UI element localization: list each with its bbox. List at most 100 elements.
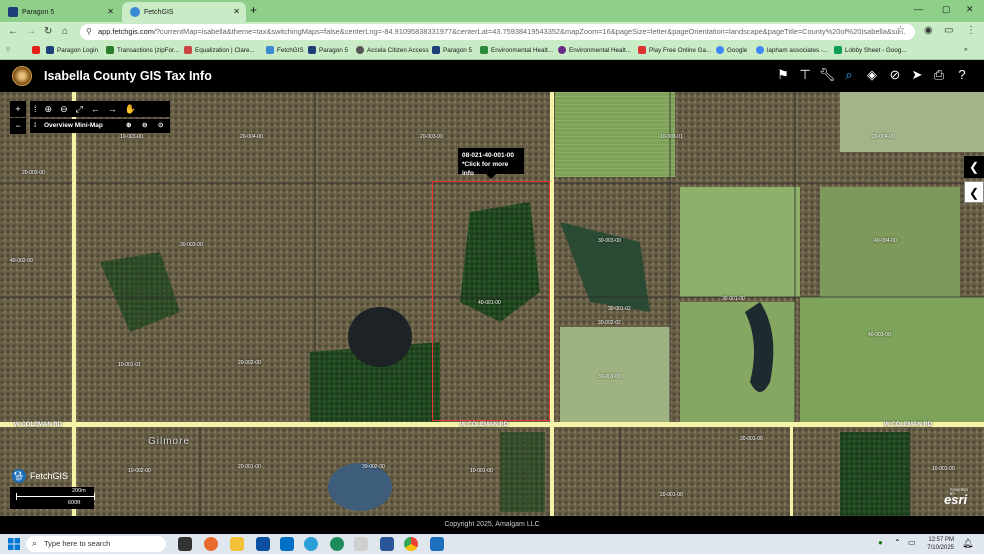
file-explorer-icon[interactable] [230,537,244,551]
pan-icon[interactable]: ✋ [125,104,144,114]
tab-paragon[interactable]: Paragon 5 ✕ [0,2,120,22]
tab-label: FetchGIS [144,8,174,16]
print-icon[interactable]: ⎙ [930,66,948,84]
bookmark-accela[interactable]: Accela Citizen Access [356,46,429,54]
app-icon-2[interactable] [430,537,444,551]
minimize-icon[interactable]: — [914,4,923,14]
full-extent-icon[interactable]: ⤢ [76,104,91,114]
taskbar-search[interactable]: ⌕ Type here to search [26,536,166,552]
profile-icon[interactable]: ◉ [924,25,933,36]
bookmark-games[interactable]: Play Free Online Ga... [638,46,711,54]
bookmark-label: lapham associates -... [767,46,829,54]
app-title: Isabella County GIS Tax Info [44,69,212,83]
selected-parcel-outline[interactable] [432,181,550,421]
notifications-icon[interactable]: 🔔︎ [962,538,973,549]
send-icon[interactable]: ➤ [908,66,926,84]
scale-bar: 200m 600ft [10,487,95,509]
close-icon[interactable]: ✕ [233,7,240,16]
previous-extent-icon[interactable]: ← [91,104,108,114]
zoom-in-icon[interactable]: ⊕ [45,104,61,114]
flag-icon[interactable]: ⚑ [774,66,792,84]
bookmark-transactions[interactable]: Transactions (zipFor... [106,46,179,54]
windows-taskbar: ⌕ Type here to search ● ⌃ ▭ 12:57 PM 7/1… [0,534,984,554]
edge-icon[interactable] [304,537,318,551]
overview-minimap-bar[interactable]: ⁞ Overview Mini-Map ⊕ ⊖ ⊙ [30,119,170,133]
bookmark-paragon5-2[interactable]: Paragon 5 [432,46,472,54]
url-field[interactable]: ⚲ app.fetchgis.com/?currentMap=isabella&… [80,24,915,40]
new-tab-button[interactable]: + [250,3,257,17]
network-icon[interactable]: ▭ [908,538,916,547]
parcel-label: 30-001-00 [722,296,745,302]
back-icon[interactable]: ← [8,26,18,37]
tray-chevron-icon[interactable]: ⌃ [894,538,901,547]
collapse-panel-button[interactable]: ❮ [964,156,984,178]
minimap-zoom-out-icon[interactable]: ⊖ [142,119,147,133]
zoom-out-icon[interactable]: ⊖ [60,104,76,114]
taskbar-search-placeholder: Type here to search [44,539,111,548]
edge-green-icon[interactable] [330,537,344,551]
more-bookmarks-icon[interactable]: » [964,46,968,53]
extensions-icon[interactable]: ▭ [944,25,953,36]
bookmark-paragon5[interactable]: Paragon 5 [308,46,348,54]
clock-time: 12:57 PM [928,537,954,543]
location-off-icon[interactable]: ⊘ [886,66,904,84]
esri-attribution: POWERED BY esri [944,488,968,507]
site-info-icon[interactable]: ⚲ [86,27,92,36]
layers-icon[interactable]: ◈ [863,66,881,84]
bookmark-label: Equalization | Clare... [195,46,255,54]
minimap-toggle-icon[interactable]: ⊙ [158,119,163,133]
overview-label: Overview Mini-Map [43,122,103,129]
parcel-label: 30-003-00 [180,242,203,248]
window-close-icon[interactable]: ✕ [966,4,974,15]
tooltip-parcel-id: 08-021-40-001-00 [462,152,515,159]
reload-icon[interactable]: ↻ [44,26,52,37]
bookmark-lapham[interactable]: lapham associates -... [756,46,828,54]
outlook-icon[interactable] [280,537,294,551]
taskbar-clock[interactable]: 12:57 PM 7/10/2025 [924,536,954,552]
fetchgis-icon [130,7,140,17]
zoom-in-button[interactable]: + [10,101,26,117]
scale-metric: 200m [72,488,86,494]
search-icon[interactable]: ⌕ [840,66,858,84]
signpost-icon[interactable]: ⊤ [796,66,814,84]
tray-app-icon[interactable]: ● [878,538,883,547]
drag-handle-icon[interactable]: ⁞ [34,122,36,129]
fetchgis-icon: 🐕︎ [12,469,26,483]
browser-tab-strip: Paragon 5 ✕ FetchGIS ✕ + — ▢ ✕ [0,0,984,22]
expand-panel-button[interactable]: ❮ [964,181,984,203]
home-icon[interactable]: ⌂ [62,26,68,37]
bookmark-fetchgis[interactable]: FetchGIS [266,46,304,54]
store-icon[interactable] [256,537,270,551]
menu-icon[interactable]: ⋮ [966,25,976,36]
minimap-zoom-in-icon[interactable]: ⊕ [126,119,131,133]
search-icon: ⌕ [32,538,38,548]
tab-fetchgis[interactable]: FetchGIS ✕ [122,2,246,22]
maximize-icon[interactable]: ▢ [942,4,951,15]
app-icon[interactable] [354,537,368,551]
county-seal-logo [12,66,32,86]
bookmark-label: Paragon 5 [319,46,349,54]
bookmark-paragon-login[interactable]: Paragon Login [46,46,98,54]
bookmark-environmental-2[interactable]: Environmental Healt... [558,46,631,54]
forward-icon[interactable]: → [26,26,36,37]
youtube-icon[interactable] [32,46,43,54]
copilot-icon[interactable] [204,537,218,551]
windows-start-icon[interactable] [8,538,20,550]
word-icon[interactable] [380,537,394,551]
help-icon[interactable]: ? [953,66,971,84]
bookmark-environmental-1[interactable]: Environmental Healt... [480,46,553,54]
task-view-icon[interactable] [178,537,192,551]
bookmark-equalization[interactable]: Equalization | Clare... [184,46,255,54]
zoom-out-button[interactable]: − [10,118,26,134]
parcel-label: 20-002-00 [238,360,261,366]
next-extent-icon[interactable]: → [108,104,125,114]
wrench-icon[interactable]: 🔧︎ [818,66,836,84]
bookmark-star-icon[interactable]: ☆ [896,25,905,36]
bookmark-lobby-sheet[interactable]: Lobby Sheet - Goog... [834,46,907,54]
drag-handle-icon[interactable]: ⁞ [34,104,45,114]
bookmark-google[interactable]: Google [716,46,747,54]
close-icon[interactable]: ✕ [107,7,114,16]
apps-icon[interactable]: ⁝⁝ [6,46,10,53]
parcel-tooltip[interactable]: 08-021-40-001-00 *Click for more info [458,148,524,179]
chrome-icon[interactable] [404,537,418,551]
